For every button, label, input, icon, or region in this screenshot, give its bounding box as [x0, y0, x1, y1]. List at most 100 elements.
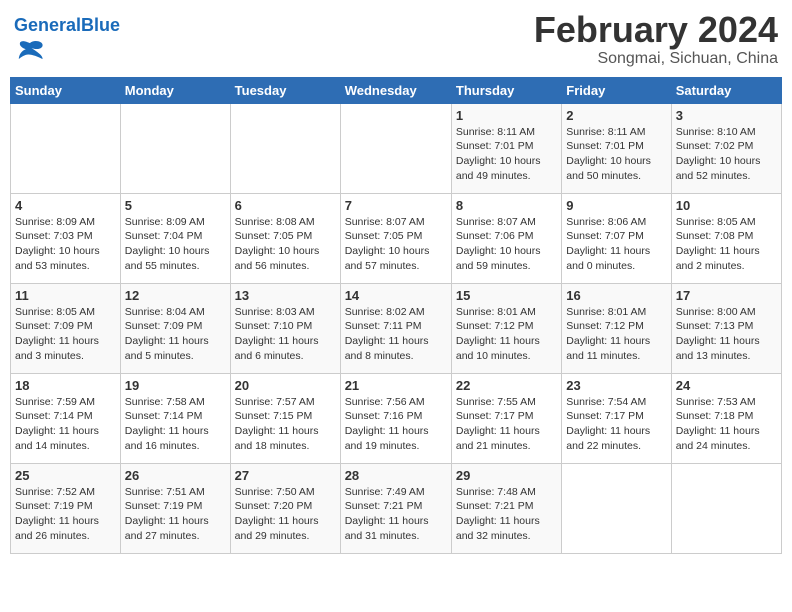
day-number: 19: [125, 378, 226, 393]
calendar-week-row: 25 Sunrise: 7:52 AM Sunset: 7:19 PM Dayli…: [11, 463, 782, 553]
day-info: Sunrise: 8:09 AM Sunset: 7:03 PM Dayligh…: [15, 215, 116, 274]
day-number: 28: [345, 468, 447, 483]
calendar-cell: 27 Sunrise: 7:50 AM Sunset: 7:20 PM Dayli…: [230, 463, 340, 553]
calendar-cell: 21 Sunrise: 7:56 AM Sunset: 7:16 PM Dayli…: [340, 373, 451, 463]
day-info: Sunrise: 7:58 AM Sunset: 7:14 PM Dayligh…: [125, 395, 226, 454]
calendar-cell: 17 Sunrise: 8:00 AM Sunset: 7:13 PM Dayli…: [671, 283, 781, 373]
day-info: Sunrise: 8:08 AM Sunset: 7:05 PM Dayligh…: [235, 215, 336, 274]
calendar-cell: 9 Sunrise: 8:06 AM Sunset: 7:07 PM Daylig…: [562, 193, 671, 283]
day-info: Sunrise: 7:54 AM Sunset: 7:17 PM Dayligh…: [566, 395, 666, 454]
day-info: Sunrise: 8:02 AM Sunset: 7:11 PM Dayligh…: [345, 305, 447, 364]
day-info: Sunrise: 8:03 AM Sunset: 7:10 PM Dayligh…: [235, 305, 336, 364]
location-subtitle: Songmai, Sichuan, China: [534, 50, 778, 68]
calendar-cell: [671, 463, 781, 553]
day-number: 25: [15, 468, 116, 483]
day-number: 14: [345, 288, 447, 303]
day-info: Sunrise: 8:04 AM Sunset: 7:09 PM Dayligh…: [125, 305, 226, 364]
calendar-cell: 23 Sunrise: 7:54 AM Sunset: 7:17 PM Dayli…: [562, 373, 671, 463]
day-number: 23: [566, 378, 666, 393]
day-info: Sunrise: 7:50 AM Sunset: 7:20 PM Dayligh…: [235, 485, 336, 544]
logo-blue: Blue: [81, 15, 120, 35]
day-number: 8: [456, 198, 557, 213]
calendar-cell: 7 Sunrise: 8:07 AM Sunset: 7:05 PM Daylig…: [340, 193, 451, 283]
calendar-cell: 6 Sunrise: 8:08 AM Sunset: 7:05 PM Daylig…: [230, 193, 340, 283]
calendar-cell: 1 Sunrise: 8:11 AM Sunset: 7:01 PM Daylig…: [451, 103, 561, 193]
day-number: 18: [15, 378, 116, 393]
calendar-cell: 16Sunrise: 8:01 AM Sunset: 7:12 PM Dayli…: [562, 283, 671, 373]
day-number: 21: [345, 378, 447, 393]
logo: GeneralBlue: [14, 16, 120, 69]
day-number: 3: [676, 108, 777, 123]
weekday-header-thursday: Thursday: [451, 77, 561, 103]
calendar-cell: 8 Sunrise: 8:07 AM Sunset: 7:06 PM Daylig…: [451, 193, 561, 283]
calendar-cell: 29 Sunrise: 7:48 AM Sunset: 7:21 PM Dayli…: [451, 463, 561, 553]
day-info: Sunrise: 7:48 AM Sunset: 7:21 PM Dayligh…: [456, 485, 557, 544]
day-number: 4: [15, 198, 116, 213]
header: GeneralBlue February 2024 Songmai, Sichu…: [10, 10, 782, 69]
day-info: Sunrise: 8:01 AM Sunset: 7:12 PM Dayligh…: [456, 305, 557, 364]
calendar-cell: 2 Sunrise: 8:11 AM Sunset: 7:01 PM Daylig…: [562, 103, 671, 193]
day-info: Sunrise: 8:10 AM Sunset: 7:02 PM Dayligh…: [676, 125, 777, 184]
day-info: Sunrise: 8:05 AM Sunset: 7:09 PM Dayligh…: [15, 305, 116, 364]
day-info: Sunrise: 8:07 AM Sunset: 7:05 PM Dayligh…: [345, 215, 447, 274]
day-info: Sunrise: 7:55 AM Sunset: 7:17 PM Dayligh…: [456, 395, 557, 454]
weekday-header-monday: Monday: [120, 77, 230, 103]
day-number: 17: [676, 288, 777, 303]
day-number: 29: [456, 468, 557, 483]
calendar-week-row: 4 Sunrise: 8:09 AM Sunset: 7:03 PM Daylig…: [11, 193, 782, 283]
calendar-cell: 24Sunrise: 7:53 AM Sunset: 7:18 PM Dayli…: [671, 373, 781, 463]
logo-bird-icon: [16, 36, 44, 64]
month-year-title: February 2024: [534, 10, 778, 50]
weekday-header-sunday: Sunday: [11, 77, 121, 103]
day-info: Sunrise: 7:59 AM Sunset: 7:14 PM Dayligh…: [15, 395, 116, 454]
calendar-cell: 13 Sunrise: 8:03 AM Sunset: 7:10 PM Dayli…: [230, 283, 340, 373]
day-number: 12: [125, 288, 226, 303]
day-info: Sunrise: 7:52 AM Sunset: 7:19 PM Dayligh…: [15, 485, 116, 544]
calendar-cell: [230, 103, 340, 193]
calendar-cell: 19 Sunrise: 7:58 AM Sunset: 7:14 PM Dayli…: [120, 373, 230, 463]
logo-general: General: [14, 15, 81, 35]
title-block: February 2024 Songmai, Sichuan, China: [534, 10, 778, 68]
day-number: 9: [566, 198, 666, 213]
day-info: Sunrise: 7:49 AM Sunset: 7:21 PM Dayligh…: [345, 485, 447, 544]
day-info: Sunrise: 8:06 AM Sunset: 7:07 PM Dayligh…: [566, 215, 666, 274]
calendar-cell: 12 Sunrise: 8:04 AM Sunset: 7:09 PM Dayli…: [120, 283, 230, 373]
day-number: 7: [345, 198, 447, 213]
calendar-cell: 26 Sunrise: 7:51 AM Sunset: 7:19 PM Dayli…: [120, 463, 230, 553]
calendar-cell: 14 Sunrise: 8:02 AM Sunset: 7:11 PM Dayli…: [340, 283, 451, 373]
calendar-cell: [340, 103, 451, 193]
calendar-cell: 28 Sunrise: 7:49 AM Sunset: 7:21 PM Dayli…: [340, 463, 451, 553]
day-number: 27: [235, 468, 336, 483]
weekday-header-tuesday: Tuesday: [230, 77, 340, 103]
day-number: 13: [235, 288, 336, 303]
day-info: Sunrise: 8:11 AM Sunset: 7:01 PM Dayligh…: [456, 125, 557, 184]
day-info: Sunrise: 8:00 AM Sunset: 7:13 PM Dayligh…: [676, 305, 777, 364]
day-number: 26: [125, 468, 226, 483]
weekday-header-saturday: Saturday: [671, 77, 781, 103]
day-info: Sunrise: 8:05 AM Sunset: 7:08 PM Dayligh…: [676, 215, 777, 274]
day-info: Sunrise: 7:56 AM Sunset: 7:16 PM Dayligh…: [345, 395, 447, 454]
calendar-table: SundayMondayTuesdayWednesdayThursdayFrid…: [10, 77, 782, 554]
weekday-header-wednesday: Wednesday: [340, 77, 451, 103]
day-info: Sunrise: 8:11 AM Sunset: 7:01 PM Dayligh…: [566, 125, 666, 184]
day-info: Sunrise: 8:07 AM Sunset: 7:06 PM Dayligh…: [456, 215, 557, 274]
day-number: 20: [235, 378, 336, 393]
day-number: 24: [676, 378, 777, 393]
day-number: 6: [235, 198, 336, 213]
day-info: Sunrise: 7:57 AM Sunset: 7:15 PM Dayligh…: [235, 395, 336, 454]
day-number: 11: [15, 288, 116, 303]
day-info: Sunrise: 7:51 AM Sunset: 7:19 PM Dayligh…: [125, 485, 226, 544]
day-number: 2: [566, 108, 666, 123]
calendar-week-row: 11 Sunrise: 8:05 AM Sunset: 7:09 PM Dayli…: [11, 283, 782, 373]
weekday-header-row: SundayMondayTuesdayWednesdayThursdayFrid…: [11, 77, 782, 103]
calendar-cell: 15Sunrise: 8:01 AM Sunset: 7:12 PM Dayli…: [451, 283, 561, 373]
calendar-week-row: 18 Sunrise: 7:59 AM Sunset: 7:14 PM Dayli…: [11, 373, 782, 463]
day-number: 1: [456, 108, 557, 123]
calendar-week-row: 1 Sunrise: 8:11 AM Sunset: 7:01 PM Daylig…: [11, 103, 782, 193]
calendar-cell: 4 Sunrise: 8:09 AM Sunset: 7:03 PM Daylig…: [11, 193, 121, 283]
calendar-cell: 5Sunrise: 8:09 AM Sunset: 7:04 PM Daylig…: [120, 193, 230, 283]
calendar-cell: 25 Sunrise: 7:52 AM Sunset: 7:19 PM Dayli…: [11, 463, 121, 553]
calendar-cell: 20 Sunrise: 7:57 AM Sunset: 7:15 PM Dayli…: [230, 373, 340, 463]
day-number: 16: [566, 288, 666, 303]
calendar-cell: [120, 103, 230, 193]
